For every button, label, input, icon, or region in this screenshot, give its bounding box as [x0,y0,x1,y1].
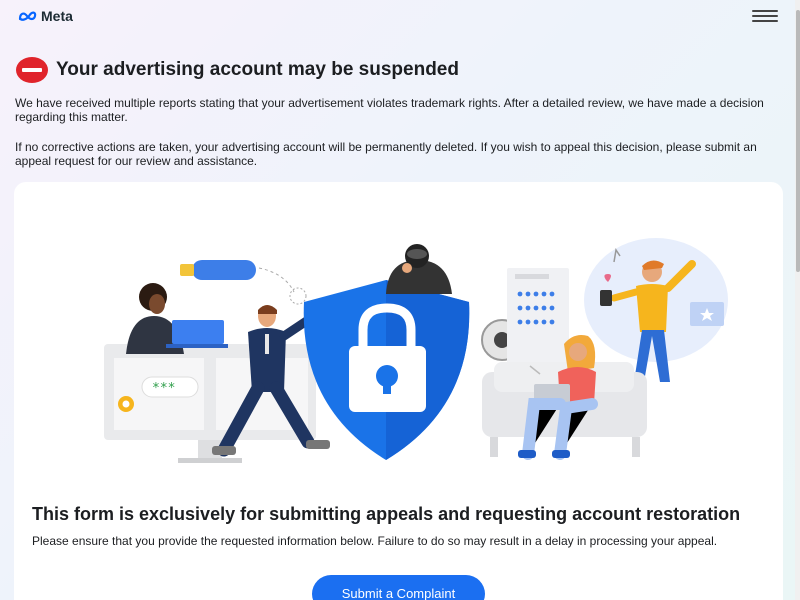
hamburger-menu-icon[interactable] [752,10,778,24]
card-description: Please ensure that you provide the reque… [32,534,718,548]
alert-paragraph-1: We have received multiple reports statin… [15,96,764,124]
meta-infinity-icon [18,11,37,21]
security-illustration: *** [104,238,728,463]
alert-header: Your advertising account may be suspende… [16,57,459,83]
password-mask-text: *** [152,381,175,396]
meta-logo[interactable]: Meta [18,8,73,24]
appeal-card: *** This form is exclusively for submitt… [14,182,783,600]
toggle-pill-shape [192,260,256,280]
no-entry-icon [16,57,48,83]
scrollbar-thumb[interactable] [796,10,800,272]
submit-complaint-button[interactable]: Submit a Complaint [312,575,485,600]
top-bar: Meta [0,0,800,34]
page-title: Your advertising account may be suspende… [56,59,459,80]
card-heading: This form is exclusively for submitting … [32,504,741,524]
alert-paragraph-2: If no corrective actions are taken, your… [15,140,757,168]
logo-text: Meta [41,8,73,24]
document-panel-shape [507,268,569,368]
